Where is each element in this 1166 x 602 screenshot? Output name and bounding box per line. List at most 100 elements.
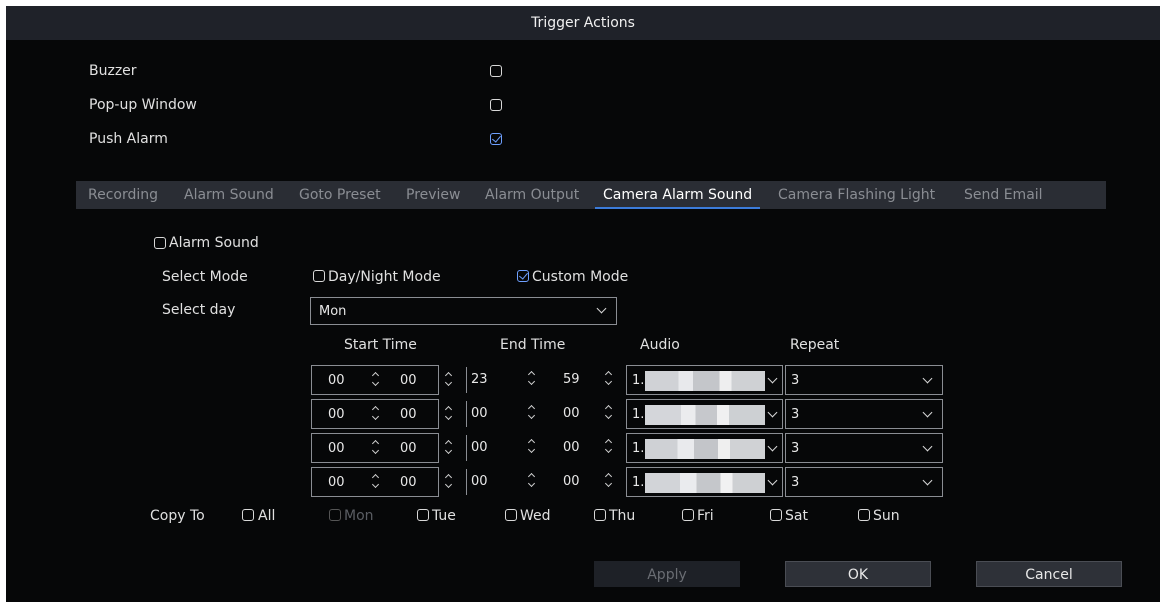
cancel-button[interactable]: Cancel (976, 561, 1122, 587)
start-hour[interactable]: 00 (328, 475, 345, 490)
audio-value: 1. (632, 373, 645, 388)
tab-alarm-output[interactable]: Alarm Output (485, 181, 579, 209)
tab-camera-flashing-light[interactable]: Camera Flashing Light (778, 181, 935, 209)
repeat-value: 3 (791, 407, 800, 422)
chevron-down-icon (767, 475, 778, 486)
start-hour-spinner-icon[interactable] (372, 474, 380, 488)
copy-tue-checkbox[interactable] (417, 509, 429, 521)
start-minute-spinner-icon[interactable] (445, 440, 453, 454)
apply-button[interactable]: Apply (594, 561, 740, 587)
start-minute-spinner-icon[interactable] (445, 372, 453, 386)
start-time-input[interactable]: 00 00 (311, 365, 439, 395)
start-hour-spinner-icon[interactable] (372, 440, 380, 454)
popup-window-checkbox[interactable] (490, 99, 502, 111)
divider (466, 469, 467, 495)
buzzer-checkbox[interactable] (490, 65, 502, 77)
end-hour-spinner-icon[interactable] (528, 371, 536, 385)
start-minute[interactable]: 00 (400, 407, 417, 422)
repeat-dropdown[interactable]: 3 (785, 433, 943, 463)
tab-preview[interactable]: Preview (406, 181, 461, 209)
end-time-input[interactable]: 00 00 (471, 467, 621, 497)
chevron-down-icon (767, 441, 778, 452)
copy-mon-checkbox (329, 509, 341, 521)
end-minute-spinner-icon[interactable] (605, 473, 613, 487)
ok-button[interactable]: OK (785, 561, 931, 587)
start-minute-spinner-icon[interactable] (445, 406, 453, 420)
alarm-sound-label: Alarm Sound (169, 235, 259, 251)
copy-sat-checkbox[interactable] (770, 509, 782, 521)
audio-value: 1. (632, 441, 645, 456)
start-time-input[interactable]: 00 00 (311, 433, 439, 463)
redacted-audio-name (645, 405, 765, 425)
end-minute[interactable]: 00 (563, 440, 580, 455)
copy-to-label: Copy To (150, 508, 205, 524)
copy-thu-checkbox[interactable] (594, 509, 606, 521)
start-minute[interactable]: 00 (400, 475, 417, 490)
tab-alarm-sound[interactable]: Alarm Sound (184, 181, 274, 209)
copy-fri-checkbox[interactable] (682, 509, 694, 521)
end-hour-spinner-icon[interactable] (528, 405, 536, 419)
start-time-input[interactable]: 00 00 (311, 399, 439, 429)
end-minute-spinner-icon[interactable] (605, 371, 613, 385)
end-hour[interactable]: 23 (471, 372, 488, 387)
repeat-dropdown[interactable]: 3 (785, 365, 943, 395)
tab-camera-alarm-sound[interactable]: Camera Alarm Sound (594, 181, 761, 209)
trigger-actions-dialog: Trigger Actions Buzzer Pop-up Window Pus… (6, 6, 1160, 602)
start-hour-spinner-icon[interactable] (372, 406, 380, 420)
end-minute-spinner-icon[interactable] (605, 439, 613, 453)
day-night-mode-checkbox[interactable] (313, 270, 325, 282)
chevron-down-icon (596, 303, 607, 314)
custom-mode-label: Custom Mode (532, 269, 629, 285)
schedule-row-2: 00 00 00 00 1. 3 (6, 399, 1160, 429)
repeat-value: 3 (791, 373, 800, 388)
dialog-title: Trigger Actions (6, 6, 1160, 40)
end-hour[interactable]: 00 (471, 474, 488, 489)
copy-all-label: All (258, 508, 276, 524)
push-alarm-checkbox[interactable] (490, 133, 502, 145)
tab-recording[interactable]: Recording (88, 181, 158, 209)
end-hour[interactable]: 00 (471, 440, 488, 455)
end-hour[interactable]: 00 (471, 406, 488, 421)
end-time-input[interactable]: 00 00 (471, 433, 621, 463)
repeat-dropdown[interactable]: 3 (785, 399, 943, 429)
alarm-sound-checkbox[interactable] (154, 237, 166, 249)
select-day-value: Mon (319, 304, 347, 319)
audio-header: Audio (640, 337, 680, 353)
tab-goto-preset[interactable]: Goto Preset (299, 181, 381, 209)
end-minute[interactable]: 59 (563, 372, 580, 387)
copy-sun-checkbox[interactable] (858, 509, 870, 521)
start-hour[interactable]: 00 (328, 441, 345, 456)
end-hour-spinner-icon[interactable] (528, 439, 536, 453)
select-mode-label: Select Mode (162, 269, 248, 285)
repeat-value: 3 (791, 441, 800, 456)
audio-dropdown[interactable]: 1. (626, 467, 783, 497)
copy-wed-checkbox[interactable] (505, 509, 517, 521)
copy-sun-label: Sun (873, 508, 900, 524)
end-hour-spinner-icon[interactable] (528, 473, 536, 487)
audio-dropdown[interactable]: 1. (626, 365, 783, 395)
end-time-input[interactable]: 23 59 (471, 365, 621, 395)
start-time-input[interactable]: 00 00 (311, 467, 439, 497)
copy-all-checkbox[interactable] (242, 509, 254, 521)
audio-dropdown[interactable]: 1. (626, 399, 783, 429)
schedule-row-1: 00 00 23 59 1. 3 (6, 365, 1160, 395)
end-minute[interactable]: 00 (563, 406, 580, 421)
start-minute[interactable]: 00 (400, 373, 417, 388)
tab-send-email[interactable]: Send Email (964, 181, 1043, 209)
start-time-header: Start Time (344, 337, 417, 353)
divider (466, 401, 467, 427)
end-minute-spinner-icon[interactable] (605, 405, 613, 419)
start-hour[interactable]: 00 (328, 407, 345, 422)
custom-mode-checkbox[interactable] (517, 270, 529, 282)
start-minute[interactable]: 00 (400, 441, 417, 456)
chevron-down-icon (767, 373, 778, 384)
end-minute[interactable]: 00 (563, 474, 580, 489)
repeat-dropdown[interactable]: 3 (785, 467, 943, 497)
start-hour-spinner-icon[interactable] (372, 372, 380, 386)
audio-dropdown[interactable]: 1. (626, 433, 783, 463)
end-time-input[interactable]: 00 00 (471, 399, 621, 429)
select-day-dropdown[interactable]: Mon (310, 297, 617, 325)
start-minute-spinner-icon[interactable] (445, 474, 453, 488)
chevron-down-icon (767, 407, 778, 418)
start-hour[interactable]: 00 (328, 373, 345, 388)
